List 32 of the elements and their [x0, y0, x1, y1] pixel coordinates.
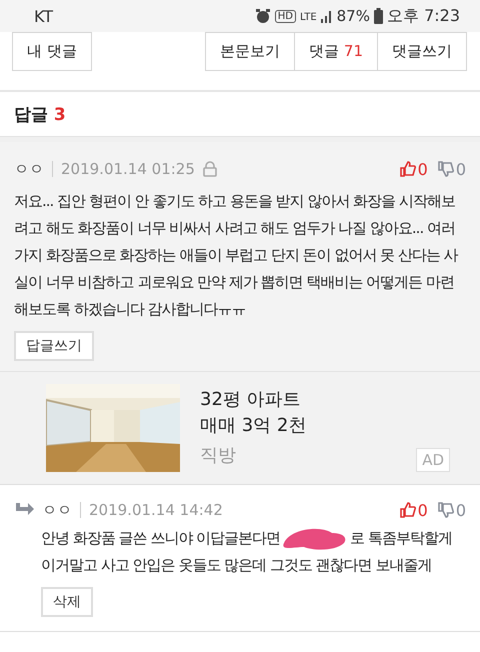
like-count[interactable]: 0 [400, 160, 428, 178]
ad-price[interactable]: 매매 3억 2천 [200, 413, 306, 439]
comment-author: ㅇㅇ [14, 160, 44, 178]
signal-icon [320, 9, 333, 23]
battery-icon [374, 8, 383, 24]
ad-source: 직방 [200, 444, 236, 468]
battery-percent: 87% [336, 7, 370, 25]
comment-author: ㅇㅇ [42, 500, 72, 520]
replies-heading: 답글 3 [14, 104, 66, 126]
nav-button[interactable]: 댓글 71 [294, 32, 378, 71]
nav-button[interactable]: 본문보기 [205, 32, 296, 71]
comment-text: 저요... 집안 형편이 안 좋기도 하고 용돈을 받지 않아서 화장을 시작해보려고 해도 화장품이 너무 비싸서 사려고 해도 엄두가 나질 않아요... 여러가지 화장품으로 화장하는 애들이 부럽고 단지 돈이 없어서 못 산다는 사실이 너무 비참하고 괴로워요 만약 제가 뽑히면 택배비는 어떻게든 마련해보도록 하겠습니다 감사합니다ㅠㅠ [14, 191, 460, 320]
ad-title[interactable]: 32평 아파트 [200, 387, 301, 413]
alarm-icon [254, 8, 271, 24]
nav-button[interactable]: 댓글쓰기 [377, 32, 467, 71]
thumbs-up-icon [400, 502, 416, 518]
network-type: LTE [300, 12, 317, 22]
reply-text: 안녕 화장품 글쓴 쓰니야 이답글본다면 로 톡좀부탁할게 이거말고 사고 안입은 옷들도 많은데 그것도 괜찮다면 보내줄게 [41, 525, 466, 579]
thumbs-up-icon [400, 161, 416, 177]
carrier-name: KT [34, 6, 54, 26]
delete-button[interactable]: 삭제 [41, 587, 93, 617]
reply-arrow-icon [14, 503, 34, 517]
thumbs-down-icon [438, 502, 454, 518]
comment-date: 2019.01.14 14:42 [89, 501, 223, 519]
hd-indicator: HD [274, 10, 296, 22]
ad-label: AD [416, 448, 450, 472]
reply-button[interactable]: 답글쓰기 [14, 331, 94, 361]
comment-date: 2019.01.14 01:25 [61, 160, 195, 178]
nav-button[interactable]: 내 댓글 [12, 32, 92, 71]
thumbs-down-icon [438, 161, 454, 177]
like-count[interactable]: 0 [400, 500, 428, 520]
clock-time: 오후 7:23 [386, 6, 460, 26]
